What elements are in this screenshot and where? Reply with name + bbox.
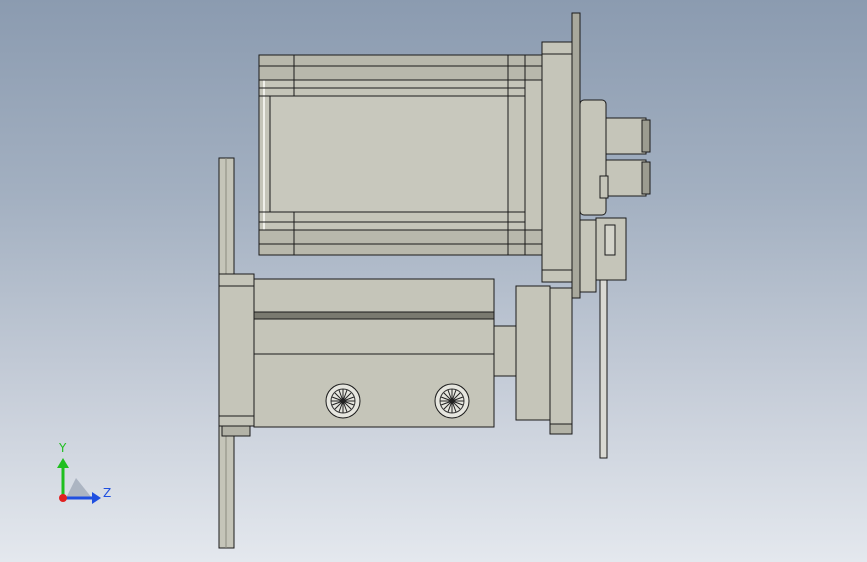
- gripper-coupling[interactable]: [579, 99, 651, 293]
- guide-rod[interactable]: [599, 279, 608, 459]
- screw-right[interactable]: [434, 383, 470, 419]
- triad-y-label: Y: [59, 441, 67, 455]
- stepper-motor-body[interactable]: [258, 54, 543, 256]
- triad-z-label: Z: [103, 486, 112, 500]
- graphics-viewport[interactable]: Y Z: [0, 0, 867, 562]
- motor-flange[interactable]: [541, 12, 581, 299]
- screw-left[interactable]: [325, 383, 361, 419]
- orientation-triad: [57, 458, 101, 504]
- linear-cylinder[interactable]: [218, 273, 573, 437]
- cad-model-view[interactable]: [0, 0, 867, 562]
